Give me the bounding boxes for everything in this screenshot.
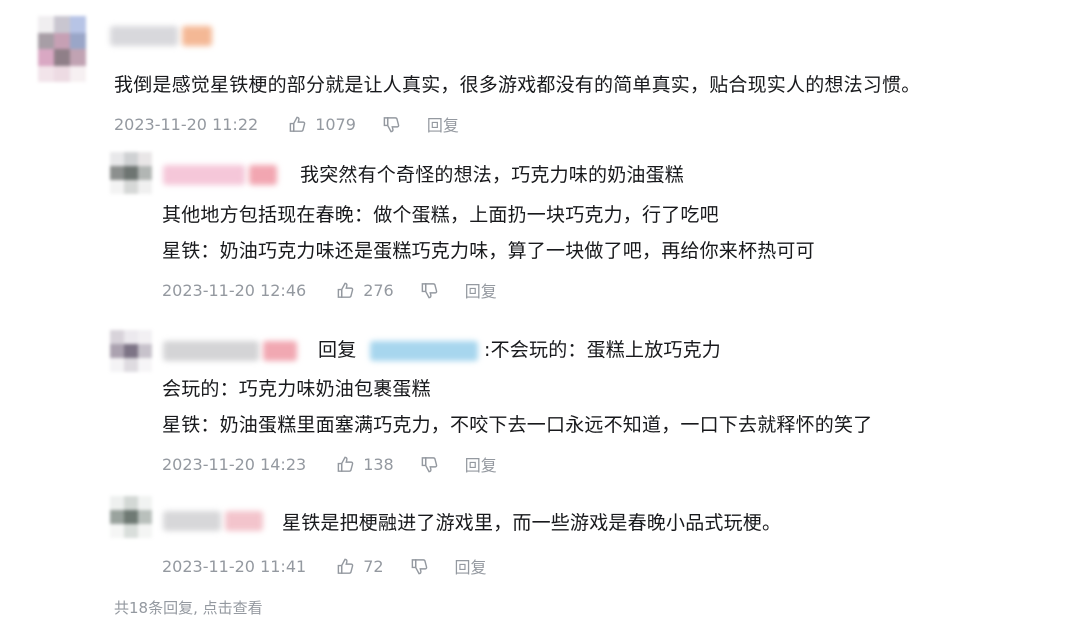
reply-line-3: 星铁：奶油巧克力味还是蛋糕巧克力味，算了一块做了吧，再给你来杯热可可 [162, 240, 815, 262]
reply-to-label: 回复 [318, 339, 357, 361]
reply-button[interactable]: 回复 [427, 112, 459, 136]
reply-username[interactable] [163, 165, 277, 185]
like-button[interactable]: 138 [336, 455, 394, 474]
reply-button[interactable]: 回复 [465, 278, 497, 302]
like-button[interactable]: 276 [336, 281, 394, 300]
reply-line-2: 会玩的：巧克力味奶油包裹蛋糕 [162, 378, 431, 400]
reply-line-3: 星铁：奶油蛋糕里面塞满巧克力，不咬下去一口永远不知道，一口下去就释怀的笑了 [162, 414, 873, 436]
comment-meta: 2023-11-20 11:22 1079 回复 [114, 112, 459, 136]
like-button[interactable]: 72 [336, 556, 384, 576]
reply-time: 2023-11-20 11:41 [162, 556, 307, 576]
reply-meta: 2023-11-20 11:41 72 回复 [162, 554, 487, 578]
thumbs-down-icon [383, 116, 400, 132]
reply-meta: 2023-11-20 14:23 138 回复 [162, 452, 497, 476]
mentioned-username[interactable] [370, 341, 478, 361]
reply-meta: 2023-11-20 12:46 276 回复 [162, 278, 497, 302]
reply-button[interactable]: 回复 [455, 554, 487, 578]
reply-line-1: 我突然有个奇怪的想法，巧克力味的奶油蛋糕 [300, 164, 685, 186]
reply-time: 2023-11-20 12:46 [162, 280, 307, 300]
thumbs-down-icon [421, 282, 438, 298]
thumbs-up-icon [337, 282, 354, 298]
thumbs-up-icon [289, 116, 306, 132]
dislike-button[interactable] [382, 115, 401, 134]
like-count: 1079 [315, 114, 356, 134]
thumbs-up-icon [337, 558, 354, 574]
reply-username[interactable] [163, 511, 263, 531]
avatar[interactable] [38, 16, 86, 82]
reply-line-1: 星铁是把梗融进了游戏里，而一些游戏是春晚小品式玩梗。 [282, 512, 782, 534]
dislike-button[interactable] [420, 281, 439, 300]
thumbs-up-icon [337, 456, 354, 472]
dislike-button[interactable] [420, 455, 439, 474]
comment-time: 2023-11-20 11:22 [114, 114, 259, 134]
reply-line-2: 其他地方包括现在春晚：做个蛋糕，上面扔一块巧克力，行了吃吧 [162, 204, 719, 226]
thumbs-down-icon [411, 558, 427, 574]
dislike-button[interactable] [410, 557, 429, 576]
reply-avatar[interactable] [110, 152, 152, 194]
like-count: 276 [363, 280, 394, 300]
reply-button[interactable]: 回复 [465, 452, 497, 476]
like-count: 138 [363, 454, 394, 474]
username[interactable] [110, 26, 220, 46]
reply-avatar[interactable] [110, 496, 152, 538]
comment-text: 我倒是感觉星铁梗的部分就是让人真实，很多游戏都没有的简单真实，贴合现实人的想法习… [114, 74, 921, 96]
reply-username[interactable] [163, 341, 297, 361]
thumbs-down-icon [421, 456, 438, 472]
reply-line-1: :不会玩的：蛋糕上放巧克力 [484, 339, 722, 361]
like-button[interactable]: 1079 [288, 115, 356, 134]
reply-time: 2023-11-20 14:23 [162, 454, 307, 474]
view-more-replies-link[interactable]: 共18条回复, 点击查看 [114, 597, 263, 618]
like-count: 72 [363, 556, 384, 576]
reply-avatar[interactable] [110, 330, 152, 372]
